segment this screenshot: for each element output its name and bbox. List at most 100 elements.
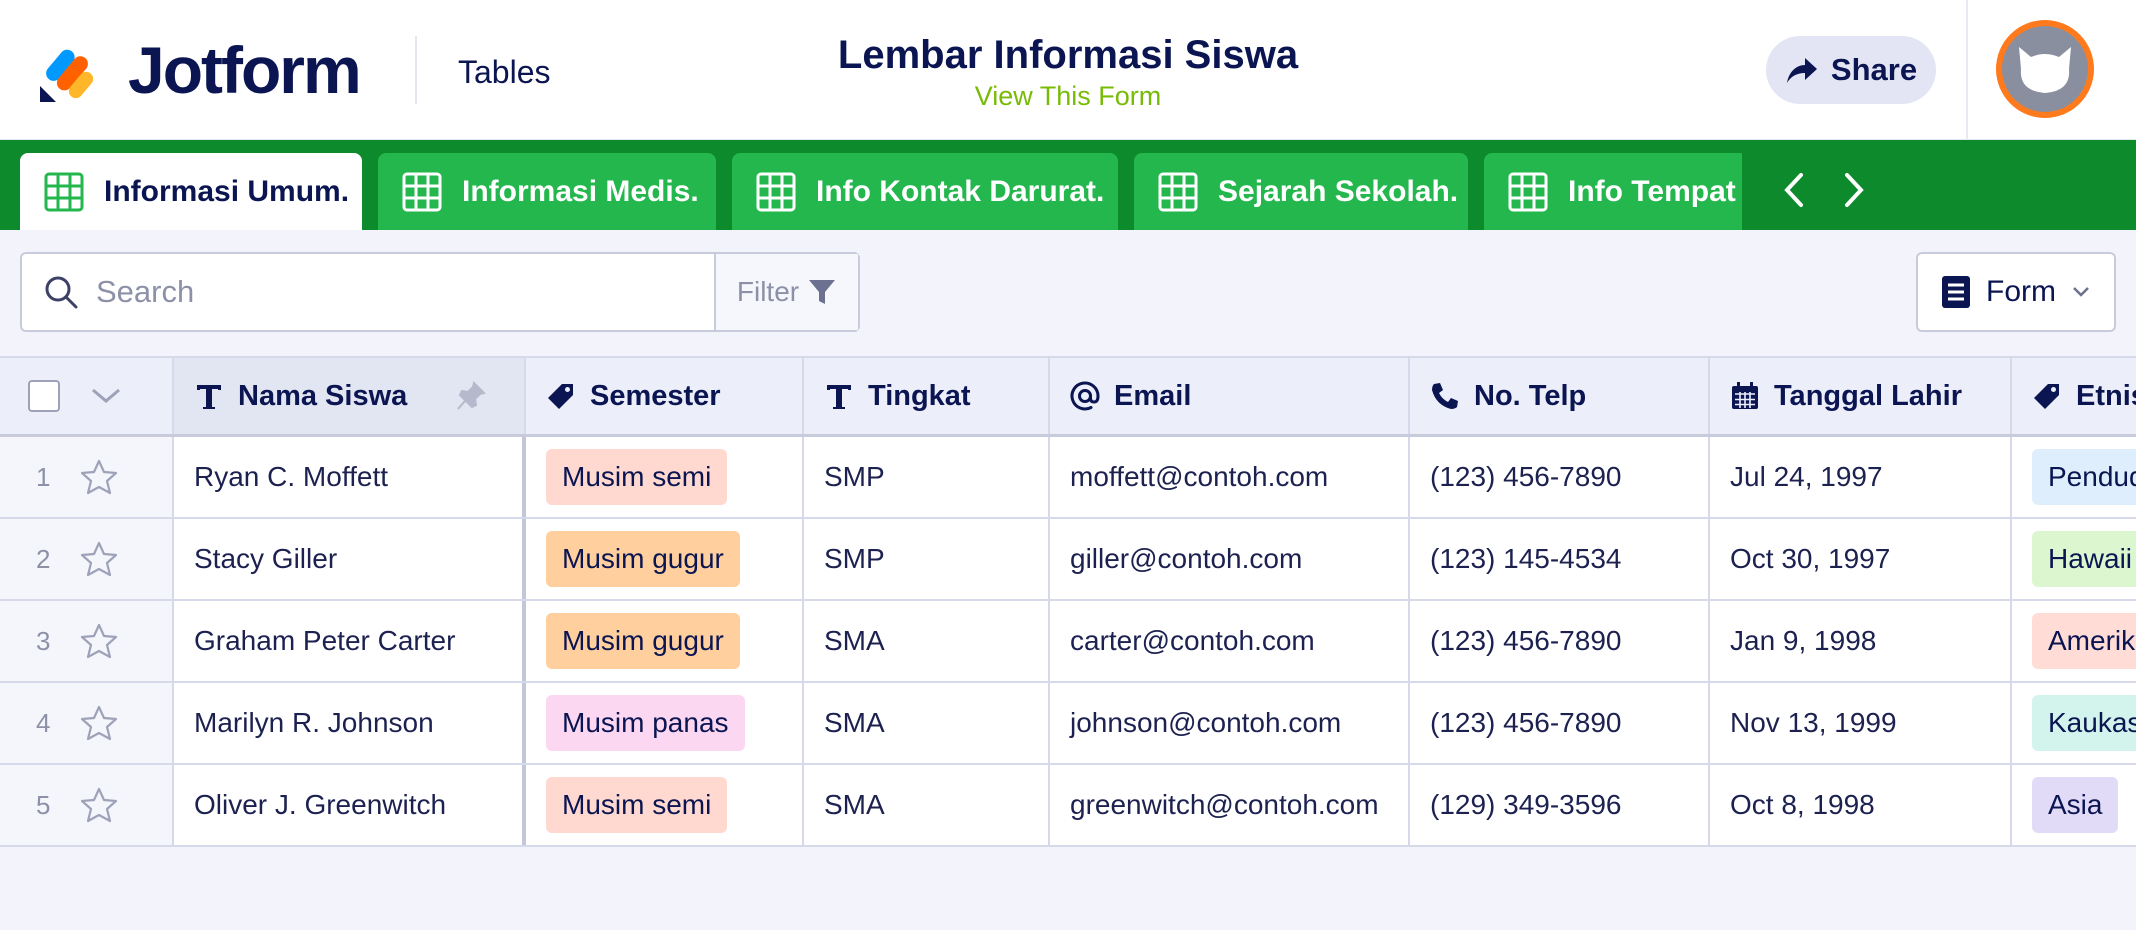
row-number-cell: 3	[0, 601, 174, 681]
etnis-tag: Amerika	[2032, 613, 2136, 669]
column-header-semester[interactable]: Semester	[526, 358, 804, 434]
column-label: Tanggal Lahir	[1774, 379, 1962, 412]
cell-nama-siswa[interactable]: Ryan C. Moffett	[174, 437, 526, 517]
cell-tanggal-lahir[interactable]: Nov 13, 1999	[1710, 683, 2012, 763]
column-header-email[interactable]: Email	[1050, 358, 1410, 434]
avatar[interactable]	[1996, 20, 2094, 118]
select-all-checkbox[interactable]	[28, 380, 60, 412]
column-header-etnisitas[interactable]: Etnisitas	[2012, 358, 2136, 434]
cell-email[interactable]: giller@contoh.com	[1050, 519, 1410, 599]
cell-tingkat[interactable]: SMP	[804, 437, 1050, 517]
view-label: Form	[1986, 275, 2056, 308]
tab-scroll-left-button[interactable]	[1774, 168, 1814, 212]
chevron-down-icon	[2073, 287, 2089, 297]
column-header-tingkat[interactable]: Tingkat	[804, 358, 1050, 434]
view-switcher-button[interactable]: Form	[1916, 252, 2116, 332]
cell-nama-siswa[interactable]: Marilyn R. Johnson	[174, 683, 526, 763]
tab-bar: Informasi Umum. Informasi Medis. Info Ko…	[0, 140, 2136, 230]
tab-label: Info Tempat Tinggal.	[1568, 174, 1742, 208]
pin-icon[interactable]	[456, 381, 486, 411]
star-icon[interactable]	[80, 623, 118, 659]
cell-nama-siswa[interactable]: Graham Peter Carter	[174, 601, 526, 681]
chevron-left-icon	[1784, 173, 1803, 207]
table-row[interactable]: 5 Oliver J. Greenwitch Musim semi SMA gr…	[0, 765, 2136, 847]
star-icon[interactable]	[80, 459, 118, 495]
share-label: Share	[1830, 52, 1918, 87]
star-icon[interactable]	[80, 787, 118, 823]
cell-semester[interactable]: Musim gugur	[526, 519, 804, 599]
cell-etnisitas[interactable]: Amerika	[2012, 601, 2136, 681]
star-icon[interactable]	[80, 541, 118, 577]
column-header-tanggal-lahir[interactable]: Tanggal Lahir	[1710, 358, 2012, 434]
cell-etnisitas[interactable]: Penduduk Asli	[2012, 437, 2136, 517]
row-number: 4	[36, 707, 51, 738]
table-row[interactable]: 4 Marilyn R. Johnson Musim panas SMA joh…	[0, 683, 2136, 765]
tab-label: Informasi Umum.	[104, 174, 350, 208]
form-list-icon	[1942, 276, 1970, 308]
cell-etnisitas[interactable]: Kaukasia	[2012, 683, 2136, 763]
cell-nama-siswa[interactable]: Oliver J. Greenwitch	[174, 765, 526, 845]
tab-sejarah-sekolah[interactable]: Sejarah Sekolah.	[1134, 153, 1468, 230]
cell-tingkat[interactable]: SMA	[804, 601, 1050, 681]
cell-no-telp[interactable]: (123) 456-7890	[1410, 437, 1710, 517]
star-icon[interactable]	[80, 705, 118, 741]
etnis-tag: Asia	[2032, 777, 2119, 833]
etnis-tag: Penduduk Asli	[2032, 449, 2136, 505]
cell-no-telp[interactable]: (123) 145-4534	[1410, 519, 1710, 599]
filter-button[interactable]: Filter	[714, 254, 858, 330]
cell-etnisitas[interactable]: Asia	[2012, 765, 2136, 845]
search-field[interactable]	[22, 254, 714, 330]
tab-informasi-umum[interactable]: Informasi Umum.	[20, 153, 362, 230]
cell-tanggal-lahir[interactable]: Jan 9, 1998	[1710, 601, 2012, 681]
table-row[interactable]: 1 Ryan C. Moffett Musim semi SMP moffett…	[0, 437, 2136, 519]
cell-nama-siswa[interactable]: Stacy Giller	[174, 519, 526, 599]
cat-avatar-icon	[2019, 47, 2071, 93]
column-header-no-telp[interactable]: No. Telp	[1410, 358, 1710, 434]
cell-tingkat[interactable]: SMP	[804, 519, 1050, 599]
cell-tanggal-lahir[interactable]: Jul 24, 1997	[1710, 437, 2012, 517]
text-t-icon	[827, 385, 851, 409]
column-label: Email	[1114, 379, 1192, 412]
share-button[interactable]: Share	[1766, 36, 1936, 104]
cell-tanggal-lahir[interactable]: Oct 8, 1998	[1710, 765, 2012, 845]
phone-icon	[1432, 383, 1458, 409]
grid-table-icon	[1158, 172, 1198, 211]
cell-semester[interactable]: Musim panas	[526, 683, 804, 763]
row-number: 2	[36, 543, 51, 574]
semester-tag: Musim semi	[546, 449, 728, 505]
table-row[interactable]: 2 Stacy Giller Musim gugur SMP giller@co…	[0, 519, 2136, 601]
cell-tingkat[interactable]: SMA	[804, 765, 1050, 845]
tab-label: Sejarah Sekolah.	[1218, 174, 1459, 208]
cell-email[interactable]: moffett@contoh.com	[1050, 437, 1410, 517]
tab-label: Info Kontak Darurat.	[816, 174, 1105, 208]
cell-semester[interactable]: Musim semi	[526, 765, 804, 845]
cell-semester[interactable]: Musim gugur	[526, 601, 804, 681]
tab-info-kontak-darurat[interactable]: Info Kontak Darurat.	[732, 153, 1118, 230]
cell-email[interactable]: johnson@contoh.com	[1050, 683, 1410, 763]
cell-no-telp[interactable]: (129) 349-3596	[1410, 765, 1710, 845]
cell-no-telp[interactable]: (123) 456-7890	[1410, 601, 1710, 681]
row-number-cell: 2	[0, 519, 174, 599]
chevron-down-icon[interactable]	[90, 387, 122, 405]
cell-no-telp[interactable]: (123) 456-7890	[1410, 683, 1710, 763]
tab-info-tempat-tinggal[interactable]: Info Tempat Tinggal.	[1484, 153, 1742, 230]
cell-etnisitas[interactable]: Hawaii	[2012, 519, 2136, 599]
share-arrow-icon	[1786, 58, 1817, 83]
cell-semester[interactable]: Musim semi	[526, 437, 804, 517]
column-header-nama-siswa[interactable]: Nama Siswa	[174, 358, 526, 434]
search-icon	[45, 276, 78, 309]
cell-email[interactable]: carter@contoh.com	[1050, 601, 1410, 681]
semester-tag: Musim gugur	[546, 531, 740, 587]
row-number: 3	[36, 625, 51, 656]
select-all-cell	[0, 358, 174, 434]
cell-tingkat[interactable]: SMA	[804, 683, 1050, 763]
table-row[interactable]: 3 Graham Peter Carter Musim gugur SMA ca…	[0, 601, 2136, 683]
tab-label: Informasi Medis.	[462, 174, 699, 208]
tab-scroll-right-button[interactable]	[1834, 168, 1874, 212]
cell-tanggal-lahir[interactable]: Oct 30, 1997	[1710, 519, 2012, 599]
search-input[interactable]	[96, 274, 656, 310]
grid-table-icon	[1508, 172, 1548, 211]
column-label: Etnisitas	[2076, 379, 2136, 412]
cell-email[interactable]: greenwitch@contoh.com	[1050, 765, 1410, 845]
tab-informasi-medis[interactable]: Informasi Medis.	[378, 153, 716, 230]
